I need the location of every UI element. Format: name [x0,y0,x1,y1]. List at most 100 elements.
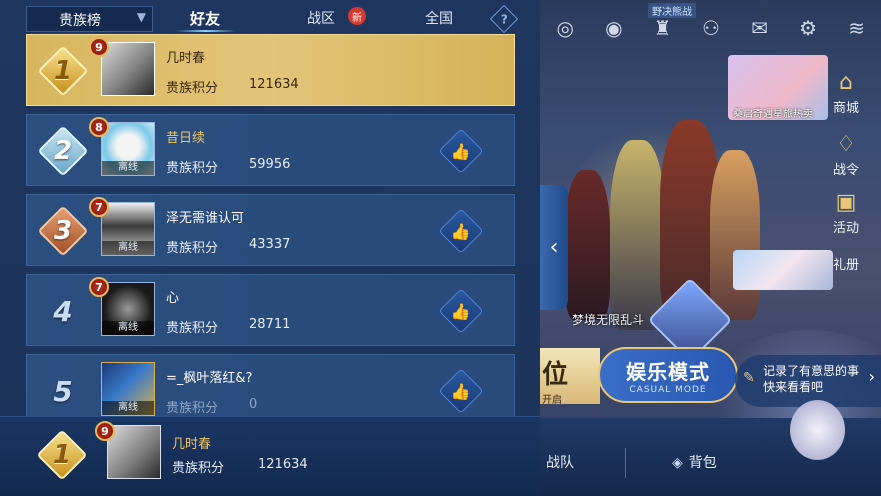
avatar[interactable]: 离线 [101,202,155,256]
leaderboard-row[interactable]: 3 离线 7 泽无需谁认可 贵族积分 43337 👍 [26,194,515,266]
leaderboard-tabs: 贵族榜 ▼ 好友 战区 新 全国 ? [0,0,540,36]
rank-3-badge: 3 [37,203,89,259]
avatar[interactable]: 离线 [101,282,155,336]
chevron-down-icon: ▼ [136,10,146,24]
score-value: 121634 [249,77,299,92]
offline-status: 离线 [102,321,154,335]
player-name: 心 [166,291,180,306]
my-score-label: 贵族积分 [172,461,225,476]
collapse-panel-button[interactable]: ‹ [540,185,568,310]
record-tip-line1: 记录了有意思的事 [763,364,860,378]
chevron-left-icon: ‹ [549,235,559,260]
pet-figure[interactable] [790,400,845,460]
activity-button[interactable]: ▣ 活动 [821,190,871,236]
player-name: 泽无需谁认可 [166,211,245,226]
player-name: 昔日续 [166,131,206,146]
tab-friends[interactable]: 好友 [175,8,237,32]
player-name: =_枫叶落红&? [166,371,253,386]
bag-icon: ◈ [672,455,683,471]
help-icon[interactable]: ? [489,4,519,34]
ranked-mode-button[interactable]: 位开启 [540,348,600,406]
thumbs-up-icon: 👍 [451,221,471,241]
my-score-value: 121634 [258,457,308,472]
chevron-right-icon: › [868,367,875,386]
player-name: 几时春 [166,51,206,66]
ranked-mode-label: 位 [542,360,569,390]
board-type-label: 贵族榜 [59,13,101,29]
target-icon[interactable]: ◎ [551,14,579,42]
score-label: 贵族积分 [166,81,219,96]
casual-mode-button[interactable]: 娱乐模式 CASUAL MODE [598,347,738,403]
my-rank-badge: 1 [36,427,88,483]
board-type-dropdown[interactable]: 贵族榜 ▼ [26,6,153,32]
divider [625,448,626,478]
pass-icon: ♢ [836,132,856,157]
score-value: 0 [249,397,258,412]
record-tip-button[interactable]: ✎ 记录了有意思的事 快来看看吧 › [735,355,881,407]
shop-label: 商城 [832,101,859,116]
gift-book-button[interactable]: 礼册 [821,252,871,273]
offline-status: 离线 [102,401,154,415]
shop-button[interactable]: ⌂ 商城 [821,70,871,116]
top-icon-bar: ◎ ◉ ♜ ⚇ ✉ ⚙ ≋ [541,8,881,48]
hero-figure [710,150,760,320]
like-button[interactable]: 👍 [438,368,484,414]
new-badge: 新 [348,7,366,25]
avatar[interactable] [101,42,155,96]
bag-label: 背包 [688,455,717,471]
leaderboard-row[interactable]: 4 离线 7 心 贵族积分 28711 👍 [26,274,515,346]
rank-4-badge: 4 [53,294,73,328]
casual-mode-title: 娱乐模式 [626,359,710,384]
thumbs-up-icon: 👍 [451,301,471,321]
shop-icon: ⌂ [839,70,853,95]
score-label: 贵族积分 [166,241,219,256]
score-value: 43337 [249,237,291,252]
avatar[interactable]: 离线 [101,122,155,176]
leaderboard-row[interactable]: 2 离线 8 昔日续 贵族积分 59956 👍 [26,114,515,186]
leaderboard-panel: 贵族榜 ▼ 好友 战区 新 全国 ? 1 9 几时春 贵族积分 121634 2… [0,0,540,496]
score-label: 贵族积分 [166,321,219,336]
tab-zone[interactable]: 战区 [307,8,335,28]
casual-mode-subtitle: CASUAL MODE [629,384,707,395]
my-noble-level-badge: 9 [95,421,115,441]
promo-banner-label: 桑启奇遇星旅热卖 [733,109,813,120]
rank-1-badge: 1 [37,43,89,99]
score-label: 贵族积分 [166,401,219,416]
activity-label: 活动 [832,221,859,236]
friends-icon[interactable]: ⚇ [697,14,725,42]
noble-level-badge: 9 [89,37,109,57]
eye-icon[interactable]: ◉ [600,14,628,42]
wifi-icon: ≋ [848,16,866,40]
like-button[interactable]: 👍 [438,128,484,174]
hero-figure [565,170,610,320]
bag-button[interactable]: ◈ 背包 [672,452,717,472]
activity-icon: ▣ [835,190,857,215]
gift-banner[interactable] [733,250,833,290]
avatar[interactable]: 离线 [101,362,155,416]
like-button[interactable]: 👍 [438,288,484,334]
hero-figure [610,140,665,330]
rank-2-badge: 2 [37,123,89,179]
mail-icon[interactable]: ✉ [746,14,774,42]
thumbs-up-icon: 👍 [451,141,471,161]
score-value: 28711 [249,317,291,332]
record-tip-line2: 快来看看吧 [763,380,824,394]
pass-label: 战令 [832,163,859,178]
offline-status: 离线 [102,241,154,255]
my-avatar[interactable] [107,425,161,479]
gear-icon[interactable]: ⚙ [794,14,822,42]
tab-national[interactable]: 全国 [425,8,453,28]
noble-level-badge: 7 [89,197,109,217]
my-rank-bar: 1 9 几时春 贵族积分 121634 [0,416,540,496]
team-button[interactable]: 战队 [546,452,574,472]
leaderboard-row[interactable]: 1 9 几时春 贵族积分 121634 [26,34,515,106]
like-button[interactable]: 👍 [438,208,484,254]
my-name: 几时春 [172,437,212,452]
pass-button[interactable]: ♢ 战令 [821,132,871,178]
trophy-icon[interactable]: ♜ [648,14,676,42]
score-label: 贵族积分 [166,161,219,176]
dream-mode-label[interactable]: 梦境无限乱斗 [572,311,644,328]
score-value: 59956 [249,157,291,172]
ranked-mode-sub: 开启 [542,395,562,406]
thumbs-up-icon: 👍 [451,381,471,401]
